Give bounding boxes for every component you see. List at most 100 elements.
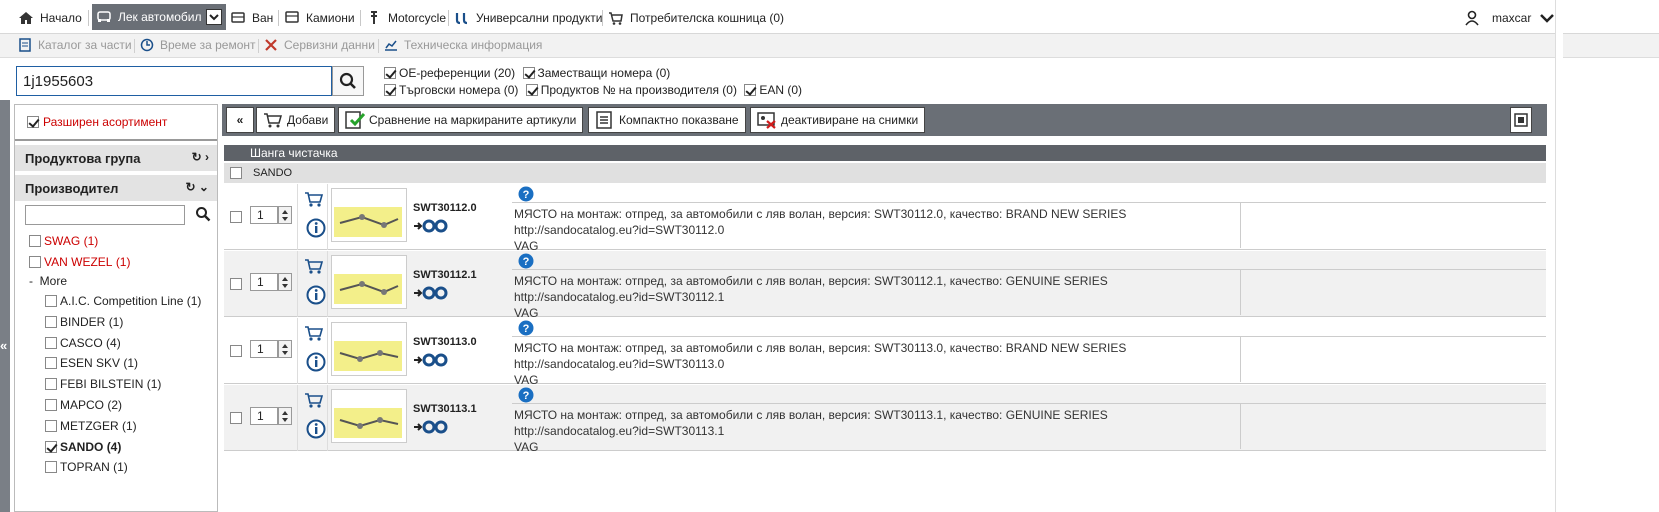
collapse-button[interactable]: « [226,107,254,133]
info-icon[interactable] [306,218,326,238]
help-icon[interactable]: ? [518,253,534,269]
manufacturer-item[interactable]: METZGER (1) [45,419,137,433]
extended-assortment[interactable]: Разширен асортимент [15,105,217,141]
linkage-info-icon[interactable] [413,286,449,300]
checkbox[interactable] [744,84,757,96]
filter-trade-numbers[interactable]: Търговски номера (0) [384,83,518,97]
nav-basket[interactable]: Потребителска кошница (0) [608,8,784,28]
catalog-link[interactable]: http://sandocatalog.eu?id=SWT30113.1 [514,423,1108,439]
article-number[interactable]: SWT30113.1 [413,403,477,415]
product-image[interactable] [331,188,407,242]
checkbox[interactable] [384,84,396,96]
quantity-input[interactable]: 1 [250,340,278,358]
user-menu[interactable]: maxcar [1464,8,1555,28]
linkage-info-icon[interactable] [413,420,449,434]
checkbox[interactable] [45,420,57,432]
checkbox[interactable] [45,337,57,349]
product-image[interactable] [331,322,407,376]
add-button[interactable]: Добави [256,107,336,133]
refresh-icon[interactable]: ↻ ⌄ [186,180,209,194]
article-checkbox[interactable] [230,211,242,223]
filter-replacement-numbers[interactable]: Заместващи номера (0) [522,66,670,80]
nav-trucks[interactable]: Камиони [284,8,355,28]
checkbox[interactable] [29,235,41,247]
nav-motorcycle[interactable]: Motorcycle [366,8,446,28]
product-image[interactable] [331,389,407,443]
help-icon[interactable]: ? [518,387,534,403]
checkbox[interactable] [45,461,57,473]
manufacturer-item[interactable]: SWAG (1) [29,234,98,248]
search-icon[interactable] [195,206,211,222]
manufacturer-item[interactable]: SANDO (4) [45,440,121,454]
filter-oe-references[interactable]: ОЕ-референции (20) [384,66,515,80]
catalog-link[interactable]: http://sandocatalog.eu?id=SWT30112.1 [514,289,1108,305]
manufacturer-item[interactable]: FEBI BILSTEIN (1) [45,377,161,391]
subnav-repair-time[interactable]: Време за ремонт [140,38,256,52]
product-image[interactable] [331,255,407,309]
checkbox[interactable] [45,441,57,453]
manufacturer-item[interactable]: MAPCO (2) [45,398,122,412]
right-edge-scrollbar[interactable] [1555,0,1563,512]
manufacturer-item[interactable]: CASCO (4) [45,336,121,350]
checkbox[interactable] [384,67,396,79]
catalog-link[interactable]: http://sandocatalog.eu?id=SWT30112.0 [514,222,1126,238]
checkbox[interactable] [45,295,57,307]
checkbox[interactable] [29,256,41,268]
checkbox[interactable] [45,399,57,411]
checkbox[interactable] [522,67,535,79]
manufacturer-item[interactable]: A.I.C. Competition Line (1) [45,294,201,308]
linkage-info-icon[interactable] [413,353,449,367]
compact-view-button[interactable]: Компактно показване [588,107,746,133]
manufacturer-search-input[interactable] [25,205,185,225]
quantity-stepper[interactable] [278,206,292,224]
info-icon[interactable] [306,285,326,305]
add-to-cart-icon[interactable] [304,257,324,275]
article-checkbox[interactable] [230,278,242,290]
checkbox[interactable] [27,116,39,128]
subnav-service-data[interactable]: Сервизни данни [264,38,375,52]
add-to-cart-icon[interactable] [304,324,324,342]
search-button[interactable] [332,66,364,96]
filter-manufacturer-numbers[interactable]: Продуктов № на производителя (0) [525,83,737,97]
quantity-stepper[interactable] [278,407,292,425]
catalog-link[interactable]: http://sandocatalog.eu?id=SWT30113.0 [514,356,1126,372]
checkbox[interactable] [45,378,57,390]
manufacturer-item[interactable]: ESEN SKV (1) [45,356,138,370]
brand-checkbox[interactable] [230,167,242,179]
article-checkbox[interactable] [230,345,242,357]
article-checkbox[interactable] [230,412,242,424]
disable-images-button[interactable]: деактивиране на снимки [750,107,926,133]
nav-passenger-car[interactable]: Лек автомобил [92,4,226,30]
linkage-info-icon[interactable] [413,219,449,233]
subnav-technical-info[interactable]: Техническа информация [384,38,542,52]
checkbox[interactable] [525,84,538,96]
info-icon[interactable] [306,352,326,372]
checkbox[interactable] [45,316,57,328]
article-number[interactable]: SWT30113.0 [413,336,477,348]
filter-ean[interactable]: EAN (0) [744,83,802,97]
pin-panel-button[interactable] [1510,107,1532,133]
collapse-sidebar-bar[interactable]: « [0,100,10,512]
article-number[interactable]: SWT30112.1 [413,269,477,281]
help-icon[interactable]: ? [518,320,534,336]
manufacturer-header[interactable]: Производител ↻ ⌄ [15,175,217,201]
nav-home[interactable]: Начало [18,8,82,28]
manufacturer-item[interactable]: TOPRAN (1) [45,460,128,474]
refresh-icon[interactable]: ↻ › [192,150,209,164]
quantity-input[interactable]: 1 [250,407,278,425]
quantity-stepper[interactable] [278,340,292,358]
more-toggle[interactable]: - More [29,274,67,288]
checkbox[interactable] [45,357,57,369]
product-group-header[interactable]: Продуктова група ↻ › [15,145,217,171]
help-icon[interactable]: ? [518,186,534,202]
manufacturer-item[interactable]: BINDER (1) [45,315,123,329]
quantity-stepper[interactable] [278,273,292,291]
article-number[interactable]: SWT30112.0 [413,202,477,214]
nav-universal-products[interactable]: Универсални продукти [454,8,603,28]
add-to-cart-icon[interactable] [304,190,324,208]
manufacturer-item[interactable]: VAN WEZEL (1) [29,255,130,269]
subnav-parts-catalog[interactable]: Каталог за части [18,38,132,52]
search-input[interactable] [16,66,332,96]
add-to-cart-icon[interactable] [304,391,324,409]
nav-van[interactable]: Ван [230,8,273,28]
